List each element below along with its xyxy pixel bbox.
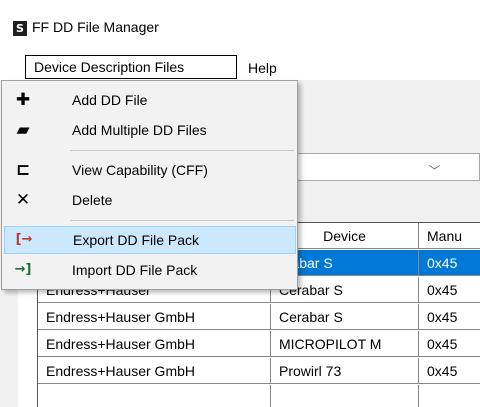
menu-item-import-dd-file-pack[interactable]: →] Import DD File Pack [4,256,296,284]
table-cell-device[interactable]: Cerabar S [271,304,419,330]
table-cell-company[interactable] [38,385,271,407]
column-header-manufacturer[interactable]: Manu [419,223,480,249]
menu-item-label: View Capability (CFF) [72,162,208,178]
menu-item-label: Add Multiple DD Files [72,122,207,138]
table-cell-manufacturer[interactable]: 0x45 [419,358,480,384]
menu-item-view-capability[interactable]: ⊏ View Capability (CFF) [4,156,296,184]
table-cell-device[interactable]: MICROPILOT M [271,331,419,357]
table-cell-manufacturer[interactable]: 0x45 [419,277,480,303]
menu-item-label: Import DD File Pack [72,262,198,278]
menu-device-description-files[interactable]: Device Description Files [25,55,237,79]
table-cell-manufacturer[interactable] [419,385,480,407]
export-icon: [→ [15,232,33,247]
table-cell-device[interactable]: Prowirl 73 [271,358,419,384]
menu-help[interactable]: Help [248,60,277,76]
import-icon: →] [14,262,32,277]
menu-item-add-dd-file[interactable]: ✚ Add DD File [4,86,296,114]
menu-item-label: Add DD File [72,92,148,108]
table-cell-manufacturer[interactable]: 0x45 [419,304,480,330]
chevron-down-icon[interactable] [428,161,441,170]
menu-item-label: Export DD File Pack [73,232,200,248]
capability-icon: ⊏ [15,160,31,180]
table-cell-company[interactable]: Endress+Hauser GmbH [38,331,271,357]
menu-separator [70,220,294,221]
title-bar: S FF DD File Manager [0,0,480,50]
table-cell-manufacturer[interactable]: 0x45 [419,250,480,276]
menu-item-delete[interactable]: ✕ Delete [4,186,296,214]
table-cell-device[interactable] [271,385,419,407]
table-cell-company[interactable]: Endress+Hauser GmbH [38,358,271,384]
device-files-menu: ✚ Add DD File ▰ Add Multiple DD Files ⊏ … [1,80,298,290]
plus-icon: ✚ [15,90,31,110]
window-title: FF DD File Manager [32,19,159,35]
app-icon: S [13,21,27,36]
table-cell-manufacturer[interactable]: 0x45 [419,331,480,357]
table-cell-company[interactable]: Endress+Hauser GmbH [38,304,271,330]
delete-x-icon: ✕ [15,190,31,210]
folder-icon: ▰ [16,120,30,140]
menu-item-export-dd-file-pack[interactable]: [→ Export DD File Pack [4,226,296,254]
menu-item-label: Delete [72,192,113,208]
menu-item-add-multiple-dd-files[interactable]: ▰ Add Multiple DD Files [4,116,296,144]
menu-separator [70,150,294,151]
